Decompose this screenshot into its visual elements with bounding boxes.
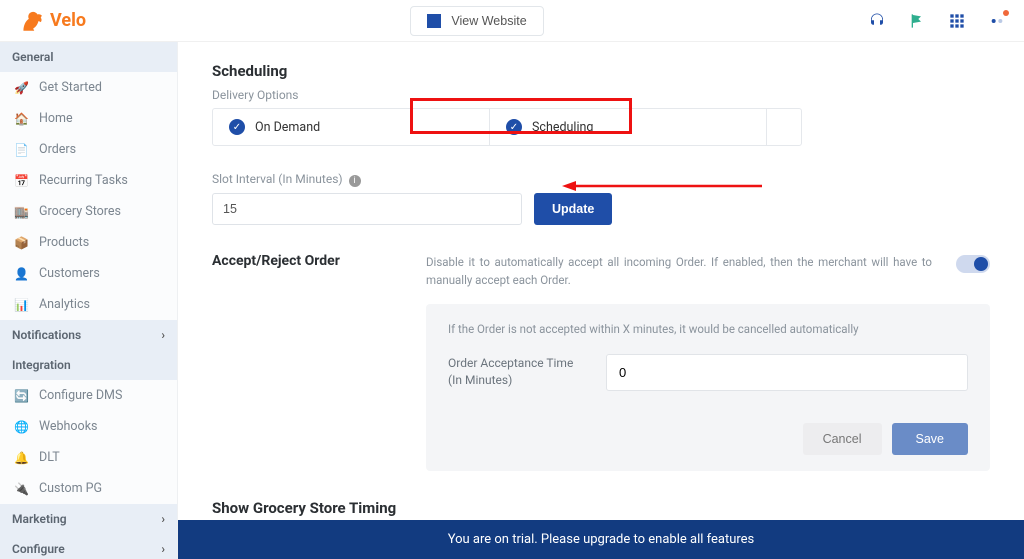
sidebar-item-customers[interactable]: 👤Customers — [0, 258, 177, 289]
notification-dot-icon[interactable] — [988, 12, 1006, 30]
sidebar-item-products[interactable]: 📦Products — [0, 227, 177, 258]
save-button[interactable]: Save — [892, 423, 969, 455]
orders-icon: 📄 — [14, 142, 29, 157]
plugin-icon: 🔌 — [14, 481, 29, 496]
sidebar-section-general: General — [0, 42, 177, 72]
brand-logo: Velo — [18, 8, 86, 34]
slot-interval-label: Slot Interval (In Minutes) i — [212, 172, 990, 187]
cancel-button[interactable]: Cancel — [803, 423, 882, 455]
show-timing-title: Show Grocery Store Timing — [212, 499, 396, 517]
delivery-options-label: Delivery Options — [212, 88, 990, 102]
sidebar-item-orders[interactable]: 📄Orders — [0, 134, 177, 165]
sidebar-item-get-started[interactable]: 🚀Get Started — [0, 72, 177, 103]
rocket-icon: 🚀 — [14, 80, 29, 95]
view-website-label: View Website — [451, 14, 526, 28]
sidebar-item-recurring[interactable]: 📅Recurring Tasks — [0, 165, 177, 196]
view-website-button[interactable]: View Website — [410, 6, 543, 36]
trial-banner[interactable]: You are on trial. Please upgrade to enab… — [178, 520, 1024, 559]
sidebar-item-dms[interactable]: 🔄Configure DMS — [0, 380, 177, 411]
option-on-demand[interactable]: ✓ On Demand — [213, 109, 490, 145]
accept-reject-title: Accept/Reject Order — [212, 253, 402, 269]
globe-icon — [427, 14, 441, 28]
brand-text: Velo — [50, 10, 86, 31]
acceptance-time-input[interactable] — [606, 354, 968, 391]
apps-grid-icon[interactable] — [948, 12, 966, 30]
sidebar-section-integration: Integration — [0, 350, 177, 380]
sidebar-item-dlt[interactable]: 🔔DLT — [0, 442, 177, 473]
sidebar-item-grocery[interactable]: 🏬Grocery Stores — [0, 196, 177, 227]
sidebar-item-webhooks[interactable]: 🌐Webhooks — [0, 411, 177, 442]
chevron-right-icon: › — [161, 328, 165, 342]
home-icon: 🏠 — [14, 111, 29, 126]
app-header: Velo View Website — [0, 0, 1024, 42]
flag-icon[interactable] — [908, 12, 926, 30]
accept-reject-row: Accept/Reject Order Disable it to automa… — [212, 253, 990, 290]
slot-interval-row: Update — [212, 193, 990, 225]
acceptance-time-label: Order Acceptance Time (In Minutes) — [448, 355, 588, 389]
chevron-right-icon: › — [161, 512, 165, 526]
analytics-icon: 📊 — [14, 297, 29, 312]
acceptance-actions: Cancel Save — [448, 423, 968, 455]
sidebar-item-analytics[interactable]: 📊Analytics — [0, 289, 177, 320]
products-icon: 📦 — [14, 235, 29, 250]
sidebar-item-custompg[interactable]: 🔌Custom PG — [0, 473, 177, 504]
acceptance-note: If the Order is not accepted within X mi… — [448, 322, 968, 336]
bell-icon: 🔔 — [14, 450, 29, 465]
show-timing-row: Show Grocery Store Timing — [212, 499, 990, 517]
acceptance-form-row: Order Acceptance Time (In Minutes) — [448, 354, 968, 391]
delivery-options-row: ✓ On Demand ✓ Scheduling — [212, 108, 802, 146]
option-scheduling[interactable]: ✓ Scheduling — [490, 109, 767, 145]
scheduling-heading: Scheduling — [212, 62, 990, 80]
sidebar-section-notifications[interactable]: Notifications› — [0, 320, 177, 350]
sidebar-section-configure[interactable]: Configure› — [0, 534, 177, 559]
header-actions — [868, 12, 1006, 30]
sidebar-item-home[interactable]: 🏠Home — [0, 103, 177, 134]
check-icon: ✓ — [506, 119, 522, 135]
update-button[interactable]: Update — [534, 193, 612, 225]
slot-interval-input[interactable] — [212, 193, 522, 225]
chevron-right-icon: › — [161, 542, 165, 556]
sidebar: General 🚀Get Started 🏠Home 📄Orders 📅Recu… — [0, 42, 178, 559]
lion-icon — [18, 8, 44, 34]
store-icon: 🏬 — [14, 204, 29, 219]
customers-icon: 👤 — [14, 266, 29, 281]
accept-reject-toggle[interactable] — [956, 255, 990, 273]
webhooks-icon: 🌐 — [14, 419, 29, 434]
option-extra-cell — [767, 109, 801, 145]
check-icon: ✓ — [229, 119, 245, 135]
accept-reject-desc: Disable it to automatically accept all i… — [426, 253, 932, 290]
sidebar-section-marketing[interactable]: Marketing› — [0, 504, 177, 534]
info-icon[interactable]: i — [349, 175, 361, 187]
acceptance-panel: If the Order is not accepted within X mi… — [426, 304, 990, 471]
main-content: Scheduling Delivery Options ✓ On Demand … — [178, 42, 1024, 559]
support-icon[interactable] — [868, 12, 886, 30]
dms-icon: 🔄 — [14, 388, 29, 403]
recurring-icon: 📅 — [14, 173, 29, 188]
